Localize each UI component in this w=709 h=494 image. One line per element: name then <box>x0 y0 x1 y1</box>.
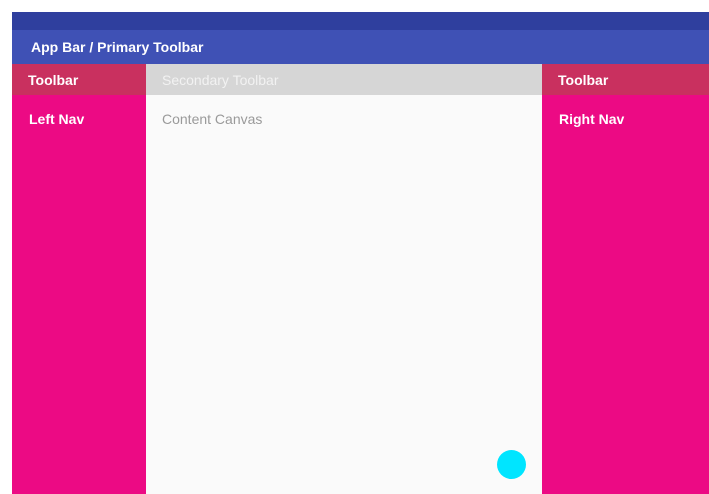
left-toolbar-label: Toolbar <box>28 72 79 88</box>
app-bar-title: App Bar / Primary Toolbar <box>31 39 204 55</box>
content-panel: Secondary Toolbar Content Canvas <box>146 64 542 494</box>
left-nav-label: Left Nav <box>29 111 85 127</box>
right-nav-label: Right Nav <box>559 111 625 127</box>
floating-action-button[interactable] <box>497 450 526 479</box>
status-bar <box>12 12 709 30</box>
content-canvas-label: Content Canvas <box>162 111 263 127</box>
left-nav-panel: Toolbar Left Nav <box>12 64 146 494</box>
right-nav-panel: Toolbar Right Nav <box>542 64 709 494</box>
right-toolbar: Toolbar <box>542 64 709 95</box>
secondary-toolbar-label: Secondary Toolbar <box>162 72 279 88</box>
right-toolbar-label: Toolbar <box>558 72 609 88</box>
app-bar: App Bar / Primary Toolbar <box>12 30 709 64</box>
secondary-toolbar: Secondary Toolbar <box>146 64 542 95</box>
left-toolbar: Toolbar <box>12 64 146 95</box>
app-frame: App Bar / Primary Toolbar Toolbar Left N… <box>12 12 709 494</box>
